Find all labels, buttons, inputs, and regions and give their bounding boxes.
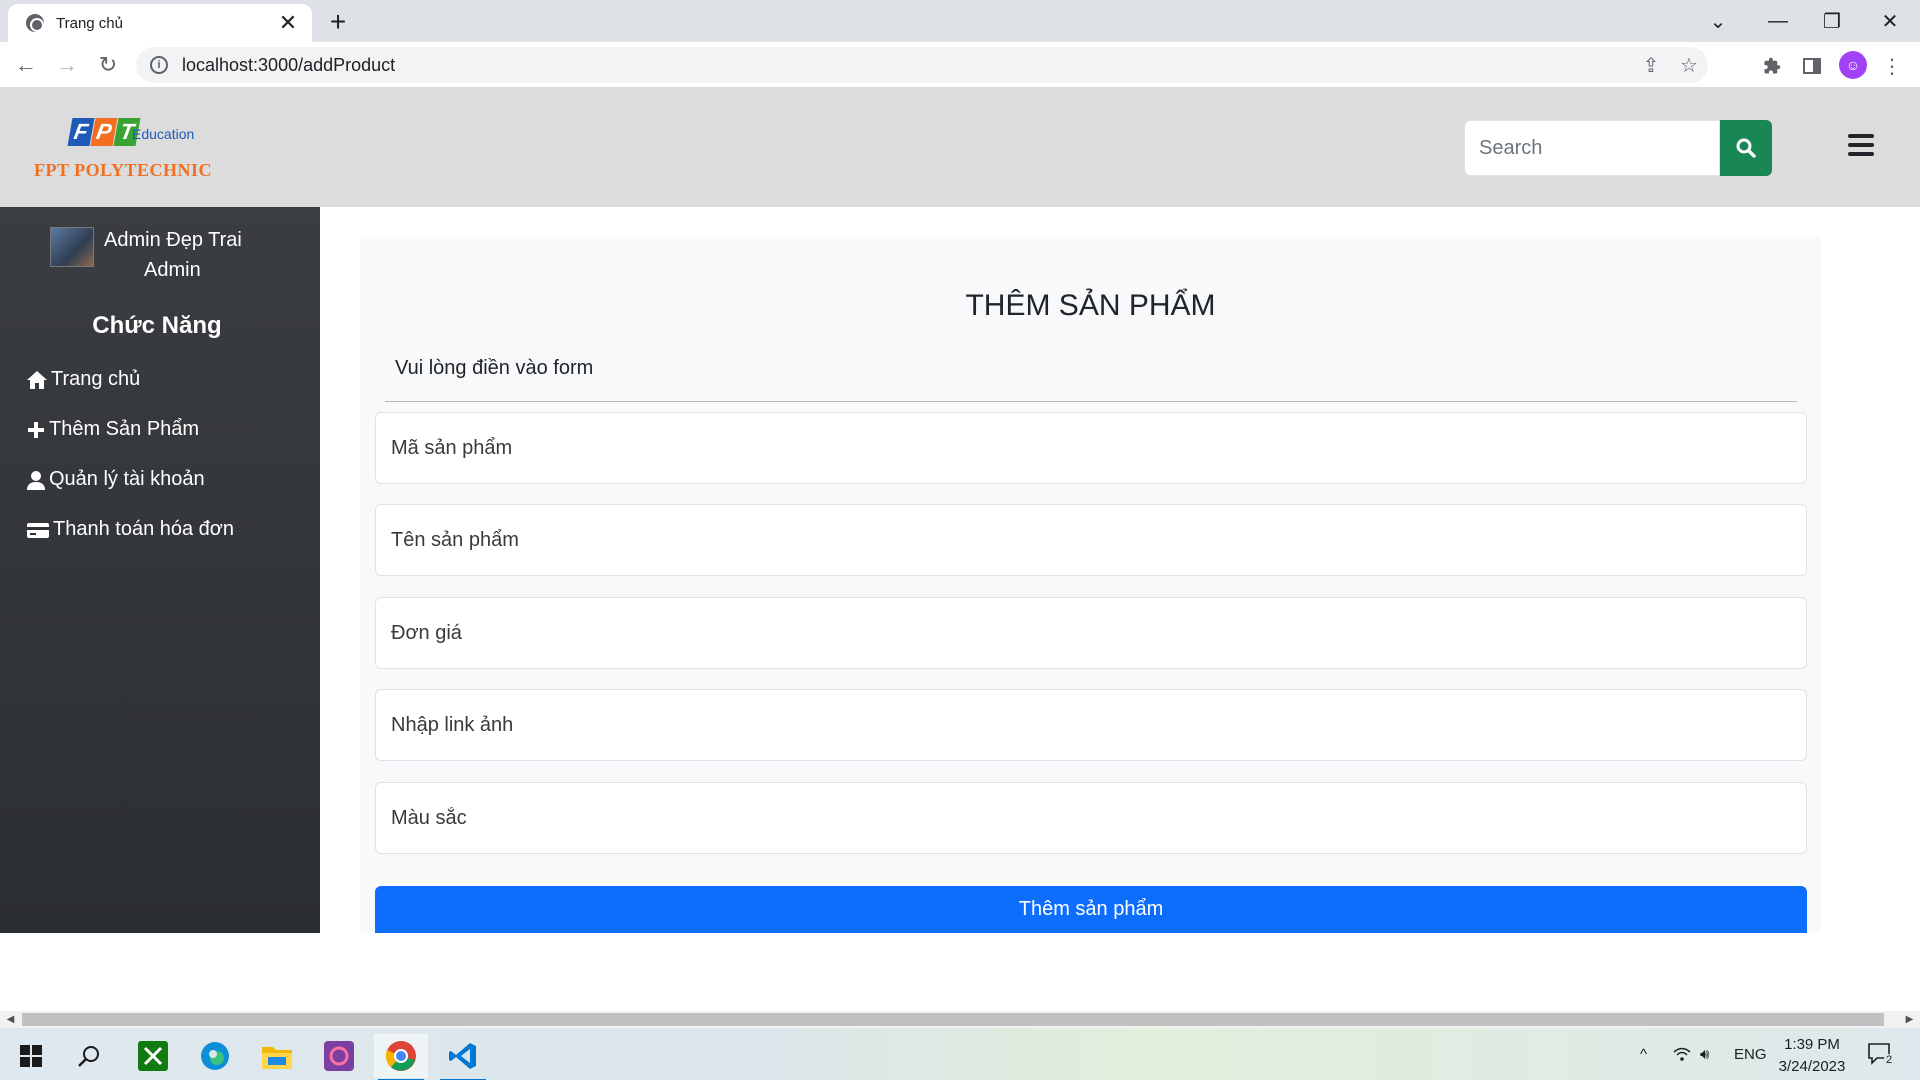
user-role: Admin <box>144 259 201 281</box>
network-icon[interactable] <box>1672 1028 1692 1080</box>
add-product-form: THÊM SẢN PHẨM Vui lòng điền vào form Thê… <box>360 237 1821 933</box>
close-window-icon[interactable]: ✕ <box>1864 0 1916 42</box>
scrollbar-thumb[interactable] <box>22 1013 1884 1026</box>
fpt-logo[interactable]: F P T Education FPT POLYTECHNIC <box>34 118 234 180</box>
sidebar-item-label: Trang chủ <box>51 368 141 390</box>
product-code-input[interactable] <box>375 412 1807 484</box>
globe-icon <box>26 14 44 32</box>
search-button[interactable] <box>1720 120 1772 176</box>
credit-card-icon <box>27 522 49 538</box>
show-hidden-icons[interactable]: ^ <box>1640 1028 1647 1080</box>
browser-tab[interactable]: Trang chủ ✕ <box>8 4 312 42</box>
tab-search-icon[interactable]: ⌄ <box>1692 0 1744 42</box>
bookmark-star-icon[interactable]: ☆ <box>1670 47 1708 83</box>
reload-icon[interactable]: ↻ <box>92 49 124 81</box>
forward-icon[interactable]: → <box>51 49 83 81</box>
sidebar-item-add-product[interactable]: Thêm Sản Phẩm <box>26 418 199 441</box>
sidebar-item-home[interactable]: Trang chủ <box>26 368 140 391</box>
site-info-icon[interactable]: i <box>150 56 168 74</box>
search-taskbar-icon[interactable] <box>62 1034 116 1078</box>
scroll-left-icon[interactable]: ◀ <box>2 1011 19 1028</box>
site-header: F P T Education FPT POLYTECHNIC <box>0 88 1920 207</box>
new-tab-button[interactable]: + <box>322 6 354 38</box>
volume-icon[interactable]: 🔊︎ <box>1700 1028 1709 1080</box>
product-name-input[interactable] <box>375 504 1807 576</box>
scroll-right-icon[interactable]: ▶ <box>1901 1011 1918 1028</box>
user-icon <box>27 470 45 490</box>
windows-taskbar: ^ 🔊︎ ENG 1:39 PM 3/24/2023 2 <box>0 1028 1920 1080</box>
edge-icon[interactable] <box>188 1034 242 1078</box>
windows-start-icon[interactable] <box>4 1034 58 1078</box>
add-product-button[interactable]: Thêm sản phẩm <box>375 886 1807 933</box>
notifications-icon[interactable]: 2 <box>1868 1028 1895 1080</box>
restore-icon[interactable]: ❐ <box>1806 0 1858 42</box>
plus-icon <box>28 421 44 438</box>
menu-kebab-icon[interactable]: ⋮ <box>1876 50 1908 82</box>
back-icon[interactable]: ← <box>10 49 42 81</box>
camera-app-icon[interactable] <box>312 1034 366 1078</box>
minimize-icon[interactable]: — <box>1752 0 1804 42</box>
sidebar-item-label: Thanh toán hóa đơn <box>53 518 235 540</box>
sidebar-section-title: Chức Năng <box>92 312 222 339</box>
sidebar: Admin Đẹp Trai Admin Chức Năng Trang chủ… <box>0 207 320 933</box>
clock-time: 1:39 PM <box>1784 1036 1840 1053</box>
file-explorer-icon[interactable] <box>250 1034 304 1078</box>
form-title: THÊM SẢN PHẨM <box>965 289 1216 322</box>
search-input[interactable] <box>1464 120 1720 176</box>
vscode-icon[interactable] <box>436 1034 490 1080</box>
image-link-input[interactable] <box>375 689 1807 761</box>
tab-title: Trang chủ <box>56 14 123 32</box>
sidebar-item-billing[interactable]: Thanh toán hóa đơn <box>26 518 234 541</box>
search-icon <box>1736 138 1756 158</box>
url-text[interactable]: localhost:3000/addProduct <box>182 55 1632 76</box>
notification-count: 2 <box>1884 1054 1895 1066</box>
share-icon[interactable]: ⇪ <box>1632 47 1670 83</box>
browser-toolbar: ← → ↻ i localhost:3000/addProduct ⇪ ☆ ⋮ <box>0 42 1920 88</box>
language-indicator[interactable]: ENG <box>1734 1028 1767 1080</box>
sidebar-item-label: Quản lý tài khoản <box>49 468 205 490</box>
form-divider <box>385 401 1797 402</box>
xbox-icon[interactable] <box>126 1034 180 1078</box>
fpt-letters: F P T <box>67 118 141 146</box>
chrome-icon[interactable] <box>374 1034 428 1080</box>
logo-education-text: Education <box>132 126 195 142</box>
tab-close-icon[interactable]: ✕ <box>276 10 300 35</box>
hamburger-menu-icon[interactable] <box>1848 134 1874 156</box>
user-avatar <box>50 227 94 267</box>
sidebar-item-label: Thêm Sản Phẩm <box>49 418 200 440</box>
system-clock[interactable]: 1:39 PM 3/24/2023 <box>1770 1034 1854 1078</box>
web-page: F P T Education FPT POLYTECHNIC Admin Đẹ… <box>0 88 1920 1011</box>
clock-date: 3/24/2023 <box>1778 1058 1846 1075</box>
address-bar[interactable]: i localhost:3000/addProduct ⇪ ☆ <box>136 47 1708 83</box>
side-panel-icon[interactable] <box>1796 50 1828 82</box>
price-input[interactable] <box>375 597 1807 669</box>
horizontal-scrollbar[interactable]: ◀ ▶ <box>0 1011 1920 1028</box>
browser-tabstrip: Trang chủ ✕ + ⌄ — ❐ ✕ <box>0 0 1920 42</box>
user-name: Admin Đẹp Trai <box>104 229 242 251</box>
form-subtitle: Vui lòng điền vào form <box>395 357 594 379</box>
profile-avatar-icon[interactable]: ☺ <box>1839 51 1867 79</box>
color-input[interactable] <box>375 782 1807 854</box>
sidebar-item-account-management[interactable]: Quản lý tài khoản <box>26 468 205 491</box>
logo-polytechnic-text: FPT POLYTECHNIC <box>34 160 213 180</box>
extensions-icon[interactable] <box>1756 50 1788 82</box>
home-icon <box>27 370 47 389</box>
